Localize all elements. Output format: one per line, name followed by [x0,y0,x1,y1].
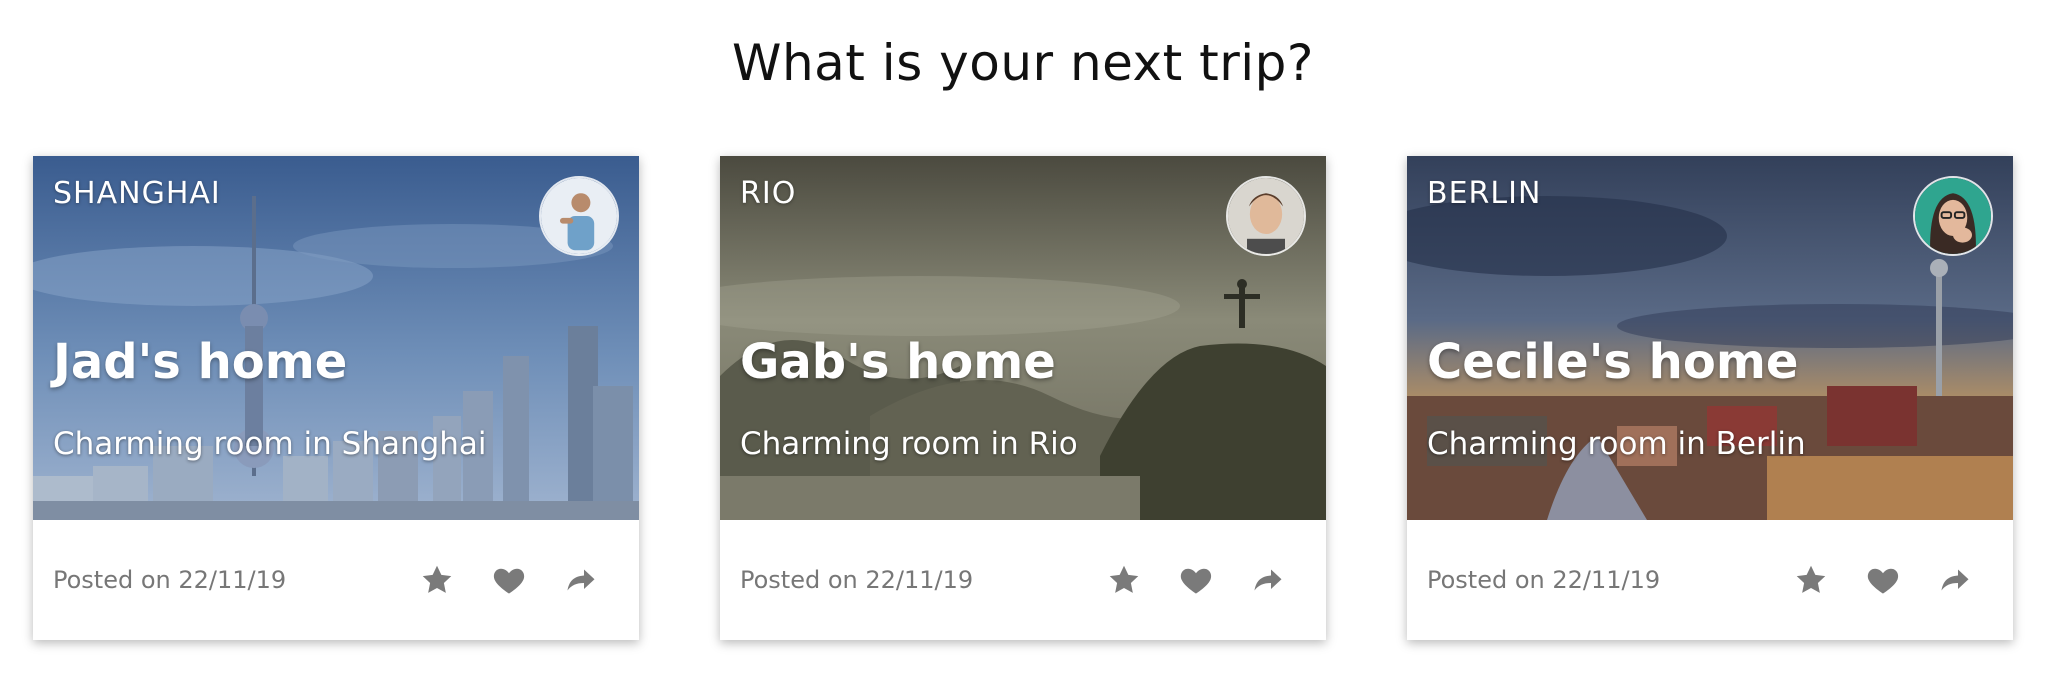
avatar-image [541,178,617,254]
card-subtitle: Charming room in Berlin [1427,426,1806,462]
card-actions [419,562,599,598]
share-icon[interactable] [563,562,599,598]
share-icon[interactable] [1937,562,1973,598]
avatar-image [1915,178,1991,254]
card-rio[interactable]: RIO Gab's home Charming room in Rio Post… [720,156,1326,640]
heart-icon[interactable] [491,562,527,598]
card-image[interactable]: BERLIN Cecile's home Charming room in Be… [1407,156,2013,520]
share-icon[interactable] [1250,562,1286,598]
card-date: Posted on 22/11/19 [53,566,287,594]
card-image[interactable]: SHANGHAI Jad's home Charming room in Sha… [33,156,639,520]
avatar-image [1228,178,1304,254]
page-title: What is your next trip? [732,34,1314,92]
card-footer: Posted on 22/11/19 [33,520,639,640]
star-icon[interactable] [1106,562,1142,598]
card-subtitle: Charming room in Rio [740,426,1078,462]
card-city-label: SHANGHAI [53,176,221,211]
card-heading: Cecile's home [1427,334,1799,390]
card-footer: Posted on 22/11/19 [720,520,1326,640]
card-heading: Gab's home [740,334,1056,390]
card-subtitle: Charming room in Shanghai [53,426,487,462]
card-city-label: BERLIN [1427,176,1542,211]
avatar[interactable] [1913,176,1993,256]
card-image[interactable]: RIO Gab's home Charming room in Rio [720,156,1326,520]
avatar[interactable] [539,176,619,256]
card-date: Posted on 22/11/19 [740,566,974,594]
card-shanghai[interactable]: SHANGHAI Jad's home Charming room in Sha… [33,156,639,640]
card-city-label: RIO [740,176,797,211]
card-heading: Jad's home [53,334,348,390]
heart-icon[interactable] [1865,562,1901,598]
card-footer: Posted on 22/11/19 [1407,520,2013,640]
heart-icon[interactable] [1178,562,1214,598]
avatar[interactable] [1226,176,1306,256]
card-actions [1106,562,1286,598]
star-icon[interactable] [419,562,455,598]
card-date: Posted on 22/11/19 [1427,566,1661,594]
star-icon[interactable] [1793,562,1829,598]
card-actions [1793,562,1973,598]
card-list: SHANGHAI Jad's home Charming room in Sha… [33,156,2023,640]
card-berlin[interactable]: BERLIN Cecile's home Charming room in Be… [1407,156,2013,640]
